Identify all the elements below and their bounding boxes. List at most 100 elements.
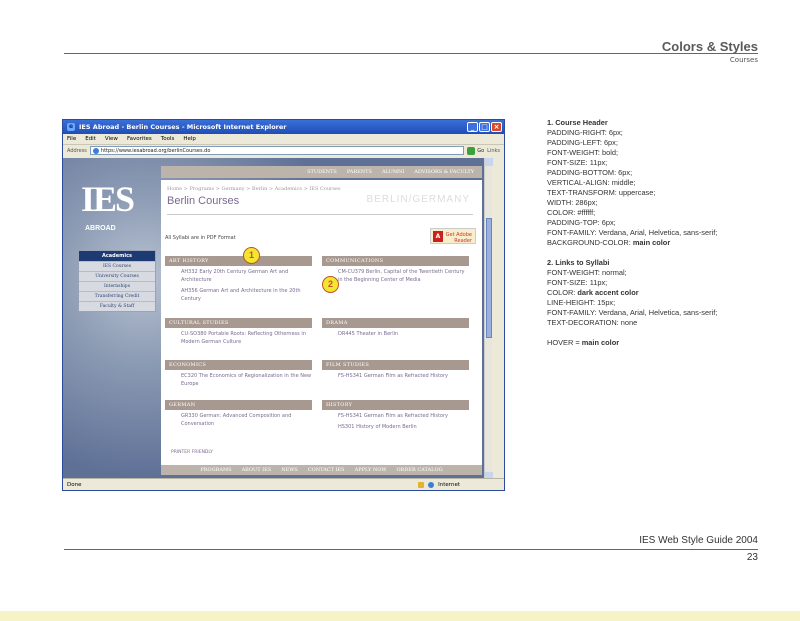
pdf-note: All Syllabi are in PDF Format	[165, 235, 236, 241]
spec-line: PADDING-LEFT: 6px;	[547, 138, 618, 147]
spec-gap	[547, 328, 762, 338]
nav-alumni[interactable]: ALUMNI	[382, 169, 404, 175]
close-button[interactable]: ×	[491, 122, 502, 132]
spec-line: FONT-SIZE: 11px;	[547, 158, 608, 167]
side-nav-item[interactable]: University Courses	[79, 271, 155, 281]
course-header: DRAMA	[322, 318, 469, 328]
page-title: Colors & Styles	[661, 39, 758, 54]
spec-line: FONT-WEIGHT: bold;	[547, 148, 619, 157]
syllabus-link[interactable]: HS301 History of Modern Berlin	[322, 421, 469, 432]
spec-hover: HOVER = main color	[547, 338, 762, 348]
callout-marker-1: 1	[243, 247, 260, 264]
spec-line: PADDING-RIGHT: 6px;	[547, 128, 623, 137]
ie-icon: e	[67, 123, 75, 131]
nav-parents[interactable]: PARENTS	[347, 169, 372, 175]
side-nav-item[interactable]: IES Courses	[79, 261, 155, 271]
spec-title-links: 2. Links to Syllabi	[547, 258, 610, 267]
nav-students[interactable]: STUDENTS	[307, 169, 337, 175]
footer-nav-about[interactable]: ABOUT IES	[242, 467, 272, 473]
links-label[interactable]: Links	[487, 148, 500, 154]
spec-hover-prefix: HOVER =	[547, 338, 582, 347]
syllabus-link[interactable]: DR445 Theater in Berlin	[322, 328, 469, 339]
spec-color-prefix: COLOR:	[547, 288, 578, 297]
course-category: HISTORY FS-HS341 German Film as Refracte…	[322, 400, 469, 432]
address-input[interactable]: https://www.iesabroad.org/berlinCourses.…	[89, 146, 465, 155]
go-button[interactable]: Go	[467, 146, 485, 155]
browser-window: e IES Abroad - Berlin Courses - Microsof…	[62, 119, 505, 491]
vertical-scrollbar[interactable]	[484, 158, 493, 480]
side-nav-header: Academics	[79, 251, 155, 261]
spec-bg-value: main color	[632, 238, 671, 247]
menu-favorites[interactable]: Favorites	[127, 136, 152, 142]
side-nav-item[interactable]: Faculty & Staff	[79, 301, 155, 311]
top-rule	[64, 53, 758, 54]
zone-text: Internet	[438, 481, 460, 488]
browser-menubar: File Edit View Favorites Tools Help	[63, 134, 504, 144]
get-adobe-reader-badge[interactable]: A Get Adobe Reader	[430, 228, 476, 244]
side-nav-item[interactable]: Internships	[79, 281, 155, 291]
page-subtitle: Courses	[729, 56, 758, 64]
course-category: ART HISTORY AH332 Early 20th Century Ger…	[165, 256, 312, 304]
side-nav-item[interactable]: Transferring Credit	[79, 291, 155, 301]
syllabus-link[interactable]: CM-CU379 Berlin, Capital of the Twentiet…	[322, 266, 469, 285]
nav-advisors[interactable]: ADVISORS & FACULTY	[414, 169, 474, 175]
menu-help[interactable]: Help	[183, 136, 196, 142]
scroll-up-arrow-icon[interactable]	[485, 158, 493, 166]
breadcrumb[interactable]: Home > Programs > Germany > Berlin > Aca…	[167, 186, 341, 192]
minimize-button[interactable]: _	[467, 122, 478, 132]
maximize-button[interactable]: □	[479, 122, 490, 132]
menu-file[interactable]: File	[67, 136, 76, 142]
spec-line: FONT-SIZE: 11px;	[547, 278, 608, 287]
footer-nav-contact[interactable]: CONTACT IES	[308, 467, 345, 473]
browser-viewport: IES ABROAD Academics IES Courses Univers…	[63, 158, 484, 480]
address-bar: Address https://www.iesabroad.org/berlin…	[63, 144, 504, 156]
menu-view[interactable]: View	[105, 136, 118, 142]
menu-tools[interactable]: Tools	[161, 136, 175, 142]
course-header: COMMUNICATIONS	[322, 256, 469, 266]
ies-logo[interactable]: IES	[81, 178, 135, 220]
go-label: Go	[477, 147, 485, 154]
style-spec: 1. Course Header PADDING-RIGHT: 6px; PAD…	[547, 118, 762, 348]
footer-nav-news[interactable]: NEWS	[281, 467, 298, 473]
syllabus-link[interactable]: CU-SO380 Portable Roots: Reflecting Othe…	[165, 328, 312, 347]
site-top-nav: STUDENTS PARENTS ALUMNI ADVISORS & FACUL…	[161, 166, 482, 178]
title-divider	[167, 214, 473, 215]
go-arrow-icon	[467, 146, 476, 155]
spec-line-bg: BACKGROUND-COLOR: main color	[547, 238, 762, 248]
syllabus-link[interactable]: AH356 German Art and Architecture in the…	[165, 285, 312, 304]
spec-line: LINE-HEIGHT: 15px;	[547, 298, 616, 307]
city-watermark: BERLIN/GERMANY	[366, 194, 470, 205]
footer-nav-apply[interactable]: APPLY NOW	[355, 467, 387, 473]
menu-edit[interactable]: Edit	[85, 136, 96, 142]
callout-marker-2: 2	[322, 276, 339, 293]
window-controls: _ □ ×	[467, 122, 504, 132]
site-footer-nav: PROGRAMS ABOUT IES NEWS CONTACT IES APPL…	[161, 465, 482, 475]
course-header: HISTORY	[322, 400, 469, 410]
spec-line-color: COLOR: dark accent color	[547, 288, 762, 298]
spec-line: COLOR: #ffffff;	[547, 208, 596, 217]
syllabus-link[interactable]: GR330 German: Advanced Composition and C…	[165, 410, 312, 429]
reader-label: Adobe Reader	[454, 232, 472, 244]
syllabus-link[interactable]: EC320 The Economics of Regionalization i…	[165, 370, 312, 389]
spec-bg-prefix: BACKGROUND-COLOR:	[547, 238, 633, 247]
course-category: FILM STUDIES FS-HS341 German Film as Ref…	[322, 360, 469, 381]
course-page-title: Berlin Courses	[167, 195, 240, 207]
syllabus-link[interactable]: FS-HS341 German Film as Refracted Histor…	[322, 370, 469, 381]
course-header: ART HISTORY	[165, 256, 312, 266]
footer-nav-catalog[interactable]: ORDER CATALOG	[396, 467, 442, 473]
syllabus-link[interactable]: FS-HS341 German Film as Refracted Histor…	[322, 410, 469, 421]
course-category: CULTURAL STUDIES CU-SO380 Portable Roots…	[165, 318, 312, 347]
spec-line: FONT-WEIGHT: normal;	[547, 268, 627, 277]
internet-globe-icon	[428, 481, 435, 488]
scroll-thumb[interactable]	[486, 218, 492, 338]
ies-logo-subtitle: ABROAD	[85, 225, 116, 232]
course-category: COMMUNICATIONS CM-CU379 Berlin, Capital …	[322, 256, 469, 285]
spec-gap	[547, 248, 762, 258]
spec-color-value: dark accent color	[577, 288, 639, 297]
printer-friendly-link[interactable]: PRINTER FRIENDLY	[171, 450, 213, 455]
footer-nav-programs[interactable]: PROGRAMS	[200, 467, 231, 473]
site-content: Home > Programs > Germany > Berlin > Aca…	[161, 180, 482, 465]
bottom-band	[0, 611, 800, 621]
address-label: Address	[67, 147, 87, 154]
syllabus-link[interactable]: AH332 Early 20th Century German Art and …	[165, 266, 312, 285]
